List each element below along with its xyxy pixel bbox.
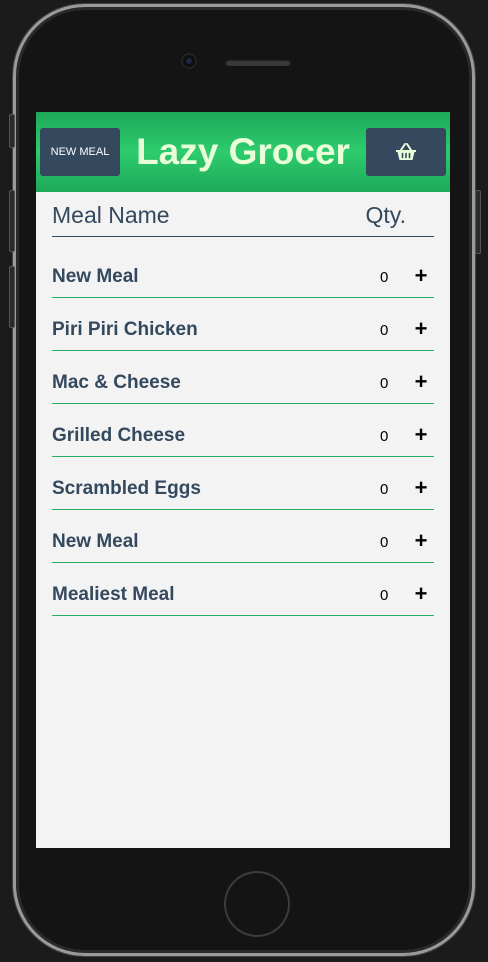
meal-quantity: 0	[380, 428, 389, 445]
mute-switch	[9, 114, 15, 148]
meal-row[interactable]: Piri Piri Chicken 0 +	[52, 298, 434, 351]
meal-quantity: 0	[380, 481, 389, 498]
home-button[interactable]	[226, 873, 288, 935]
meal-name: New Meal	[52, 266, 139, 287]
add-quantity-button[interactable]: +	[410, 581, 432, 607]
basket-button[interactable]	[366, 128, 446, 176]
power-button	[475, 190, 481, 254]
meal-quantity: 0	[380, 375, 389, 392]
meal-name: Mac & Cheese	[52, 372, 181, 393]
meal-list: New Meal 0 + Piri Piri Chicken 0 + Mac &…	[52, 245, 434, 616]
meal-name: Mealiest Meal	[52, 584, 175, 605]
volume-down-button	[9, 266, 15, 328]
add-quantity-button[interactable]: +	[410, 475, 432, 501]
front-camera	[183, 55, 195, 67]
meal-row[interactable]: New Meal 0 +	[52, 245, 434, 298]
app-title: Lazy Grocer	[136, 131, 350, 172]
meal-name: Piri Piri Chicken	[52, 319, 198, 340]
meal-row[interactable]: New Meal 0 +	[52, 510, 434, 563]
earpiece-speaker	[225, 59, 291, 66]
column-header: Meal Name Qty.	[52, 192, 434, 237]
meal-quantity: 0	[380, 587, 389, 604]
meal-name: Scrambled Eggs	[52, 478, 201, 499]
meal-row[interactable]: Mealiest Meal 0 +	[52, 563, 434, 616]
app-header: NEW MEAL Lazy Grocer	[36, 112, 450, 192]
new-meal-button[interactable]: NEW MEAL	[40, 128, 120, 176]
volume-up-button	[9, 190, 15, 252]
add-quantity-button[interactable]: +	[410, 263, 432, 289]
basket-icon	[396, 143, 416, 160]
meal-quantity: 0	[380, 322, 389, 339]
meal-name: Grilled Cheese	[52, 425, 186, 446]
app-screen: NEW MEAL Lazy Grocer Meal Name Qty. New …	[36, 112, 450, 848]
add-quantity-button[interactable]: +	[410, 422, 432, 448]
meal-row[interactable]: Scrambled Eggs 0 +	[52, 457, 434, 510]
meal-quantity: 0	[380, 269, 389, 286]
meal-quantity: 0	[380, 534, 389, 551]
meal-name: New Meal	[52, 531, 139, 552]
add-quantity-button[interactable]: +	[410, 316, 432, 342]
add-quantity-button[interactable]: +	[410, 528, 432, 554]
column-qty: Qty.	[365, 202, 406, 228]
add-quantity-button[interactable]: +	[410, 369, 432, 395]
meal-row[interactable]: Grilled Cheese 0 +	[52, 404, 434, 457]
meal-row[interactable]: Mac & Cheese 0 +	[52, 351, 434, 404]
column-meal-name: Meal Name	[52, 202, 170, 228]
